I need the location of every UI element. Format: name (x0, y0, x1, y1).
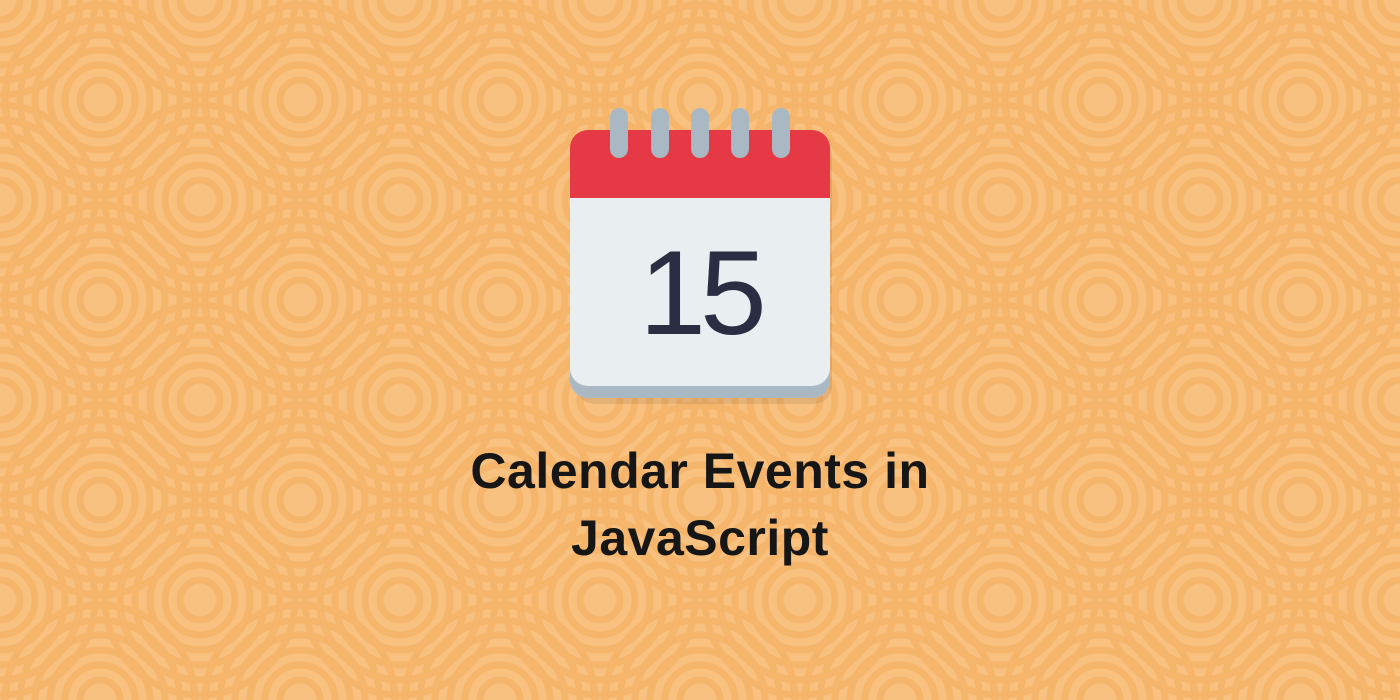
calendar-date-number: 15 (639, 224, 760, 362)
title-line-2: JavaScript (571, 510, 829, 566)
calendar-body: 15 (570, 198, 830, 398)
title-line-1: Calendar Events in (470, 443, 929, 499)
page-title: Calendar Events in JavaScript (470, 438, 929, 573)
calendar-icon: 15 (570, 108, 830, 408)
calendar-rings (570, 108, 830, 158)
